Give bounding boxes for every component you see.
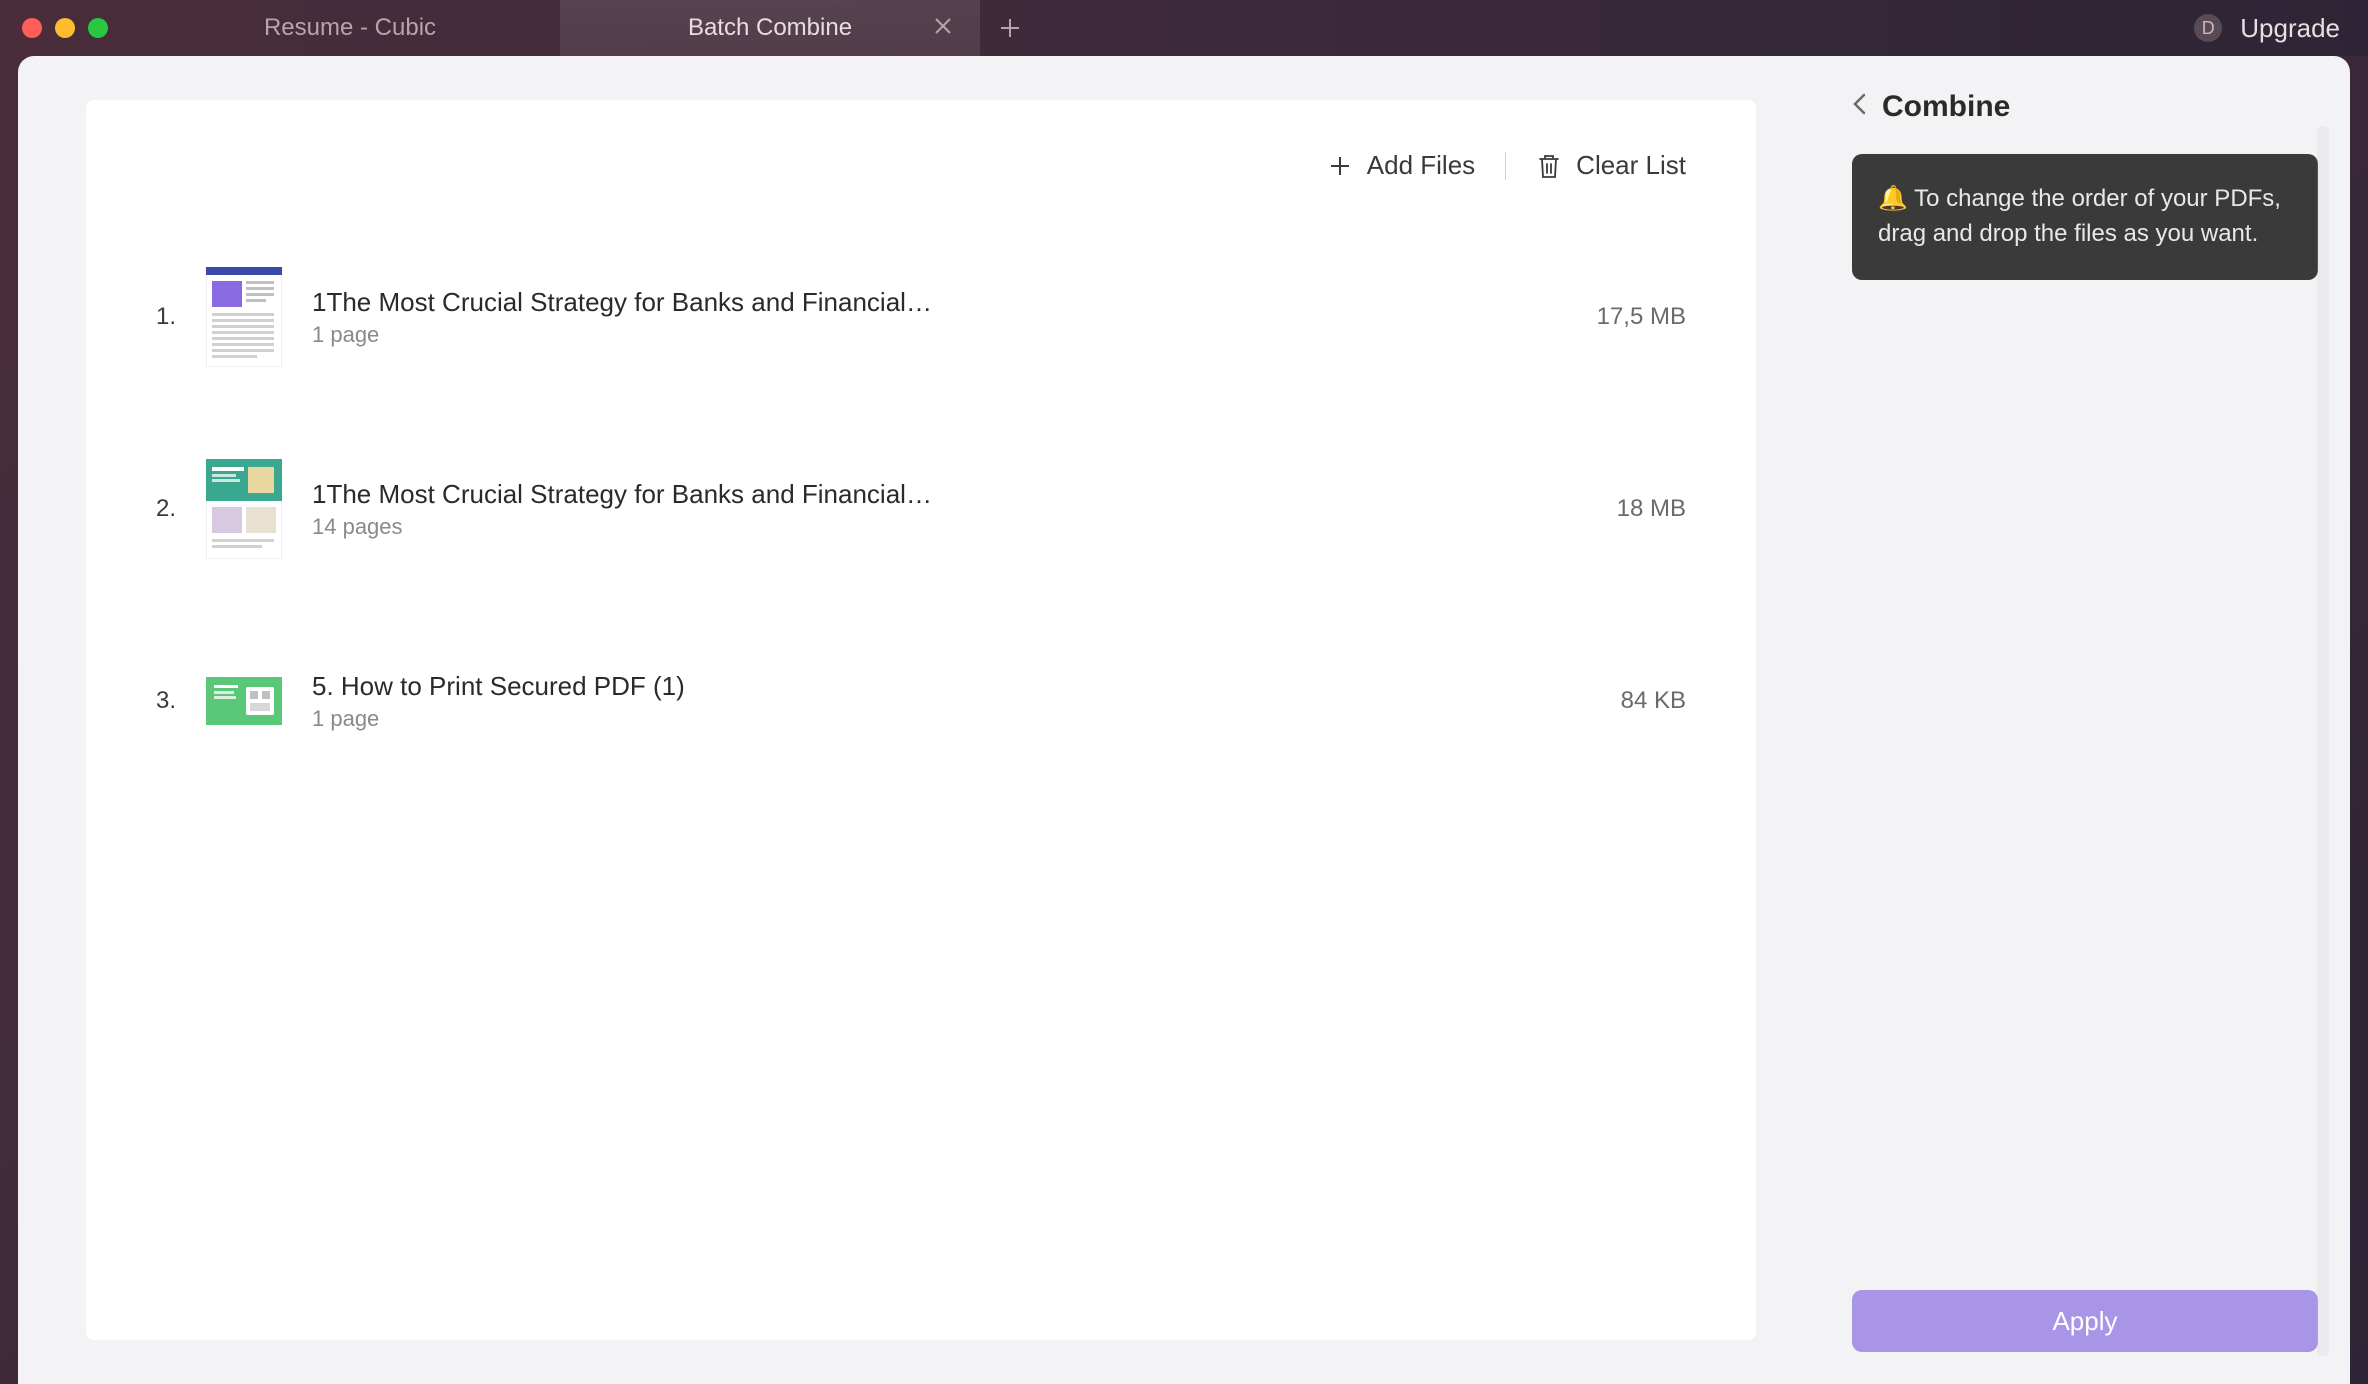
tab-label: Batch Combine bbox=[688, 14, 852, 42]
file-size: 18 MB bbox=[1566, 495, 1686, 523]
traffic-lights bbox=[0, 18, 140, 38]
file-info: 1The Most Crucial Strategy for Banks and… bbox=[312, 479, 1566, 540]
window-minimize-button[interactable] bbox=[55, 18, 75, 38]
file-name: 5. How to Print Secured PDF (1) bbox=[312, 671, 932, 702]
add-tab-button[interactable] bbox=[980, 0, 1040, 56]
file-index: 1. bbox=[156, 303, 206, 331]
file-thumbnail bbox=[206, 651, 282, 751]
side-panel-title: Combine bbox=[1882, 90, 2010, 124]
file-index: 2. bbox=[156, 495, 206, 523]
file-item[interactable]: 2. 1The Mos bbox=[156, 433, 1686, 585]
scrollbar[interactable] bbox=[2317, 126, 2329, 1356]
file-pages: 1 page bbox=[312, 706, 1566, 732]
file-pages: 14 pages bbox=[312, 514, 1566, 540]
plus-icon bbox=[1327, 153, 1353, 179]
side-panel-header: Combine bbox=[1852, 90, 2318, 124]
tab-resume[interactable]: Resume - Cubic bbox=[140, 0, 560, 56]
apply-button[interactable]: Apply bbox=[1852, 1290, 2318, 1352]
file-item[interactable]: 3. 5. How to Print Secured PDF (1) bbox=[156, 625, 1686, 777]
trash-icon bbox=[1536, 153, 1562, 179]
header-right: D Upgrade bbox=[2194, 13, 2368, 44]
file-list-wrapper: Add Files Clear List 1. bbox=[86, 100, 1756, 1340]
side-panel: Combine 🔔 To change the order of your PD… bbox=[1820, 56, 2350, 1384]
content-area: Add Files Clear List 1. bbox=[18, 56, 2350, 1384]
upgrade-button[interactable]: Upgrade bbox=[2240, 13, 2340, 44]
tab-label: Resume - Cubic bbox=[264, 14, 436, 42]
file-info: 1The Most Crucial Strategy for Banks and… bbox=[312, 287, 1566, 348]
file-thumbnail bbox=[206, 459, 282, 559]
main-panel: Add Files Clear List 1. bbox=[18, 56, 1820, 1384]
tab-batch-combine[interactable]: Batch Combine bbox=[560, 0, 980, 56]
window-maximize-button[interactable] bbox=[88, 18, 108, 38]
window-bar: Resume - Cubic Batch Combine D Upgrade bbox=[0, 0, 2368, 56]
clear-list-label: Clear List bbox=[1576, 150, 1686, 181]
file-item[interactable]: 1. bbox=[156, 241, 1686, 393]
close-icon[interactable] bbox=[934, 15, 952, 41]
file-info: 5. How to Print Secured PDF (1) 1 page bbox=[312, 671, 1566, 732]
add-files-label: Add Files bbox=[1367, 150, 1475, 181]
toolbar-divider bbox=[1505, 152, 1506, 180]
toolbar: Add Files Clear List bbox=[156, 150, 1686, 181]
tab-bar: Resume - Cubic Batch Combine bbox=[140, 0, 1040, 56]
file-pages: 1 page bbox=[312, 322, 1566, 348]
file-size: 17,5 MB bbox=[1566, 303, 1686, 331]
chevron-left-icon[interactable] bbox=[1852, 93, 1866, 122]
file-index: 3. bbox=[156, 687, 206, 715]
file-size: 84 KB bbox=[1566, 687, 1686, 715]
tip-box: 🔔 To change the order of your PDFs, drag… bbox=[1852, 154, 2318, 280]
clear-list-button[interactable]: Clear List bbox=[1536, 150, 1686, 181]
add-files-button[interactable]: Add Files bbox=[1327, 150, 1475, 181]
avatar[interactable]: D bbox=[2194, 14, 2222, 42]
window-close-button[interactable] bbox=[22, 18, 42, 38]
file-name: 1The Most Crucial Strategy for Banks and… bbox=[312, 479, 932, 510]
file-thumbnail bbox=[206, 267, 282, 367]
file-name: 1The Most Crucial Strategy for Banks and… bbox=[312, 287, 932, 318]
